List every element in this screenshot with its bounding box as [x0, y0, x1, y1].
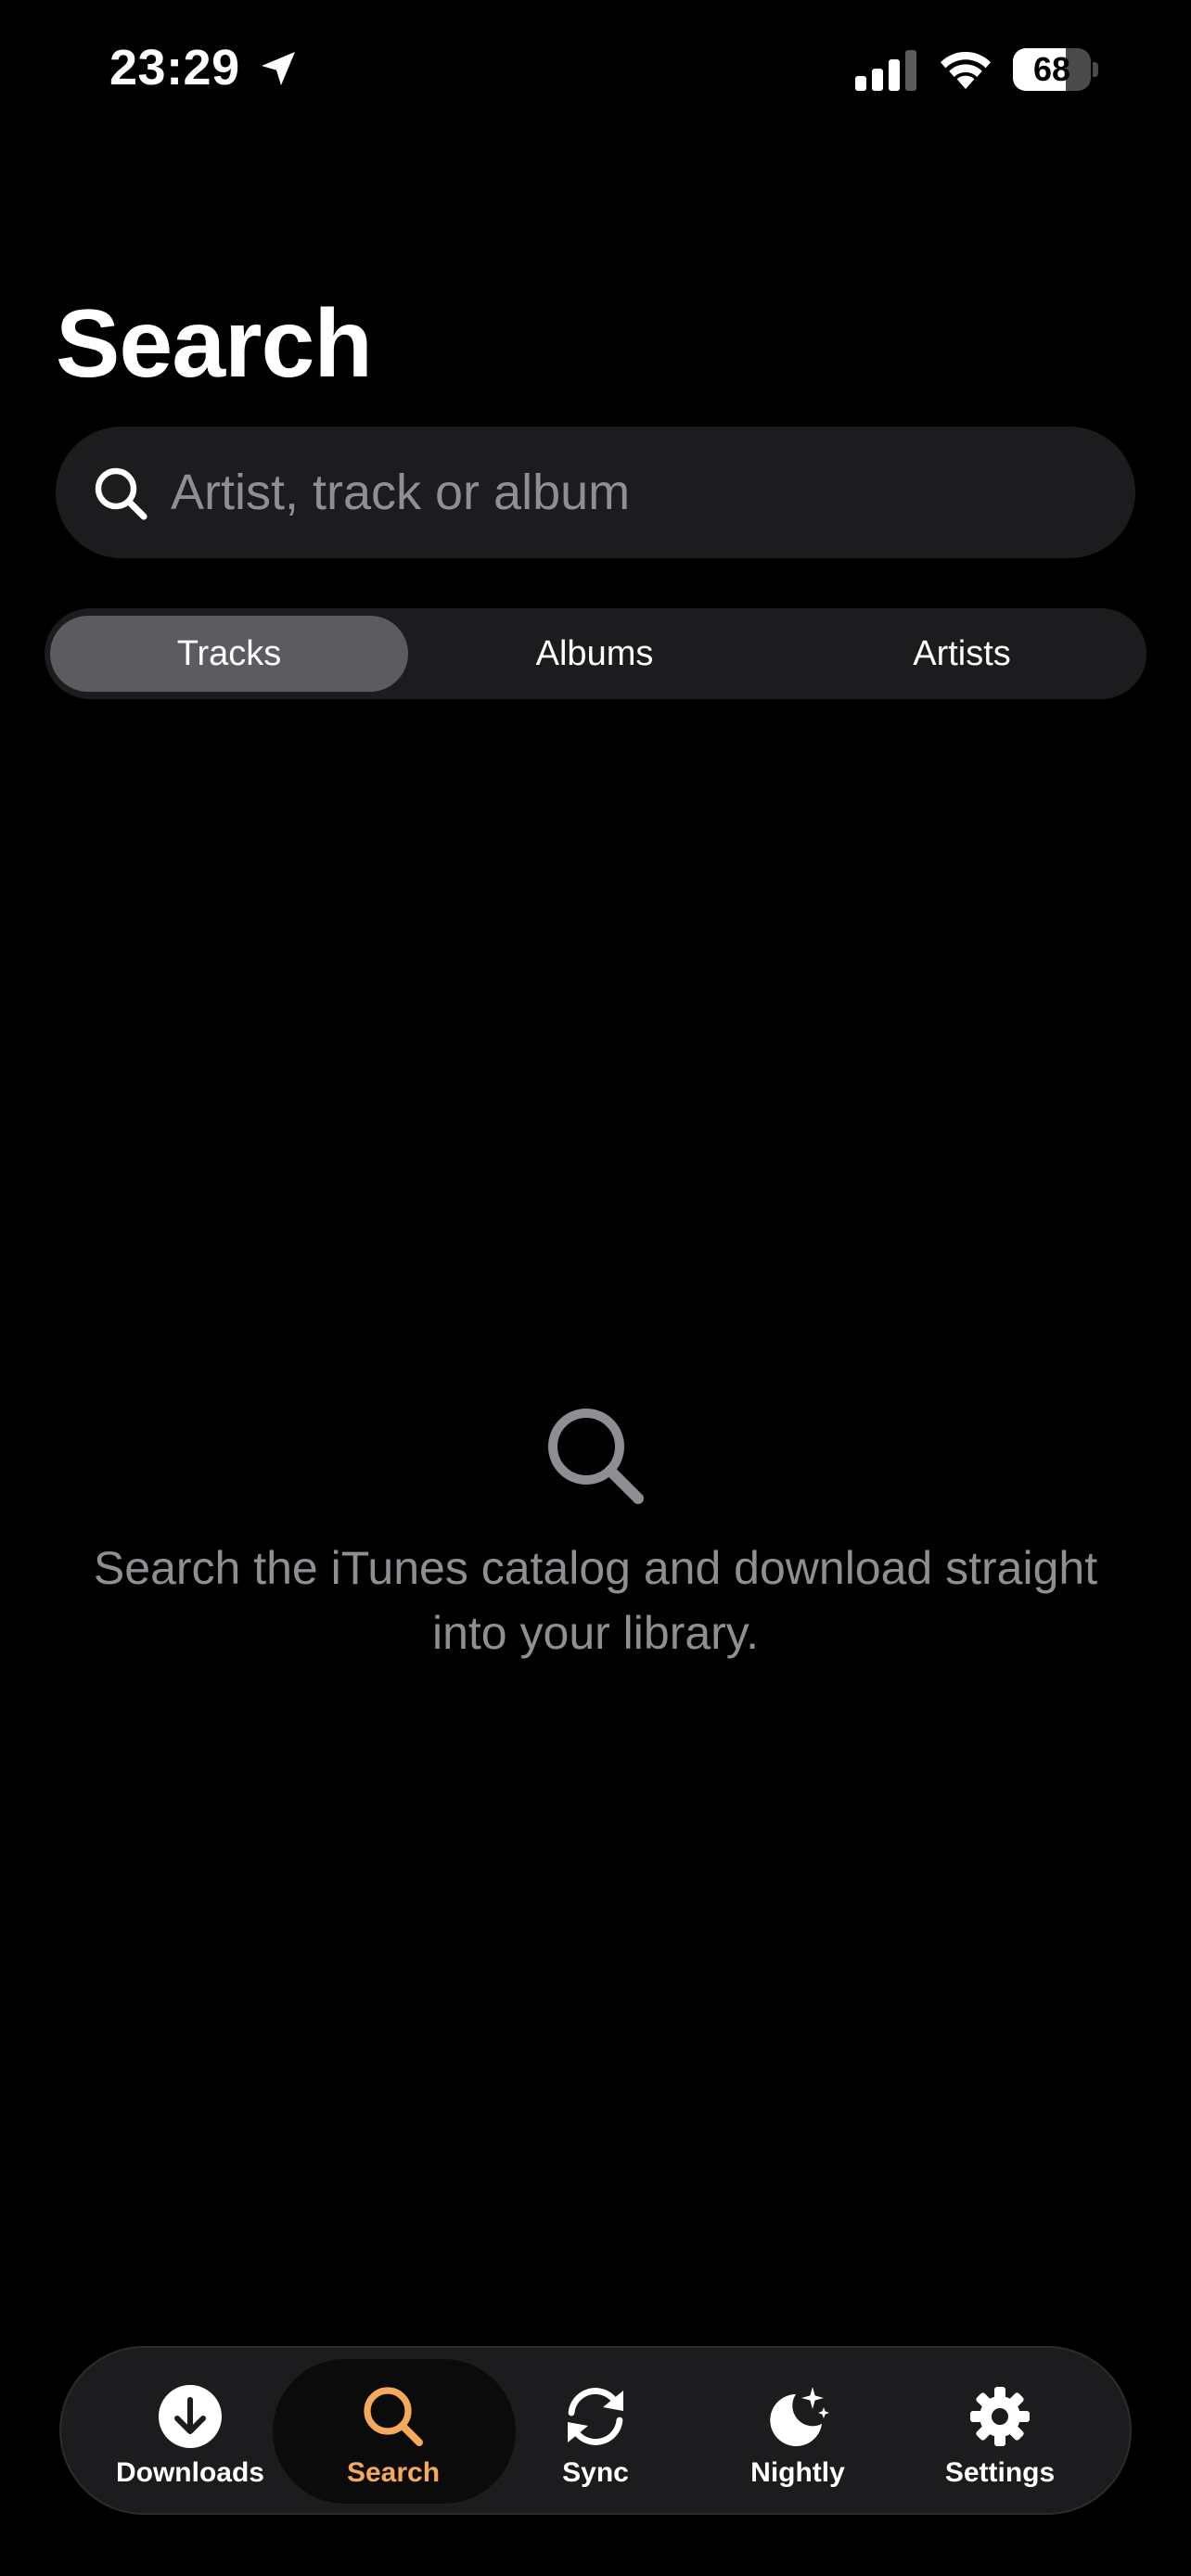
status-time: 23:29 [109, 40, 240, 96]
segment-artists[interactable]: Artists [783, 616, 1141, 692]
tab-label: Search [346, 2457, 441, 2488]
tab-label: Downloads [115, 2457, 264, 2488]
wifi-icon [941, 51, 991, 89]
battery-indicator: 68 [1013, 48, 1098, 91]
page-title: Search [56, 290, 373, 398]
gear-icon [970, 2387, 1030, 2446]
cellular-signal-icon [855, 50, 916, 91]
tab-downloads[interactable]: Downloads [90, 2348, 290, 2513]
sync-icon [568, 2388, 623, 2445]
tab-sync[interactable]: Sync [495, 2348, 696, 2513]
segment-tracks[interactable]: Tracks [50, 616, 408, 692]
tab-bar: Downloads Search Sync Nightly Settings [59, 2346, 1132, 2515]
moon-stars-icon [770, 2387, 829, 2446]
segment-albums[interactable]: Albums [416, 616, 774, 692]
search-scope-segmented-control: Tracks Albums Artists [45, 608, 1146, 699]
tab-label: Sync [562, 2457, 629, 2488]
search-input[interactable] [171, 427, 1098, 558]
tab-settings[interactable]: Settings [900, 2348, 1100, 2513]
tab-label: Settings [944, 2457, 1056, 2488]
tab-search[interactable]: Search [293, 2348, 493, 2513]
status-bar: 23:29 68 [0, 0, 1191, 139]
empty-state-message: Search the iTunes catalog and download s… [93, 1542, 1098, 1659]
empty-state-search-icon [548, 1409, 644, 1504]
battery-percent: 68 [1032, 50, 1071, 88]
tab-nightly[interactable]: Nightly [698, 2348, 898, 2513]
search-icon [364, 2387, 423, 2446]
search-icon [95, 467, 147, 520]
download-circle-icon [159, 2385, 222, 2448]
tab-label: Nightly [750, 2457, 845, 2488]
search-bar[interactable] [56, 427, 1135, 558]
location-arrow-icon [262, 52, 295, 85]
